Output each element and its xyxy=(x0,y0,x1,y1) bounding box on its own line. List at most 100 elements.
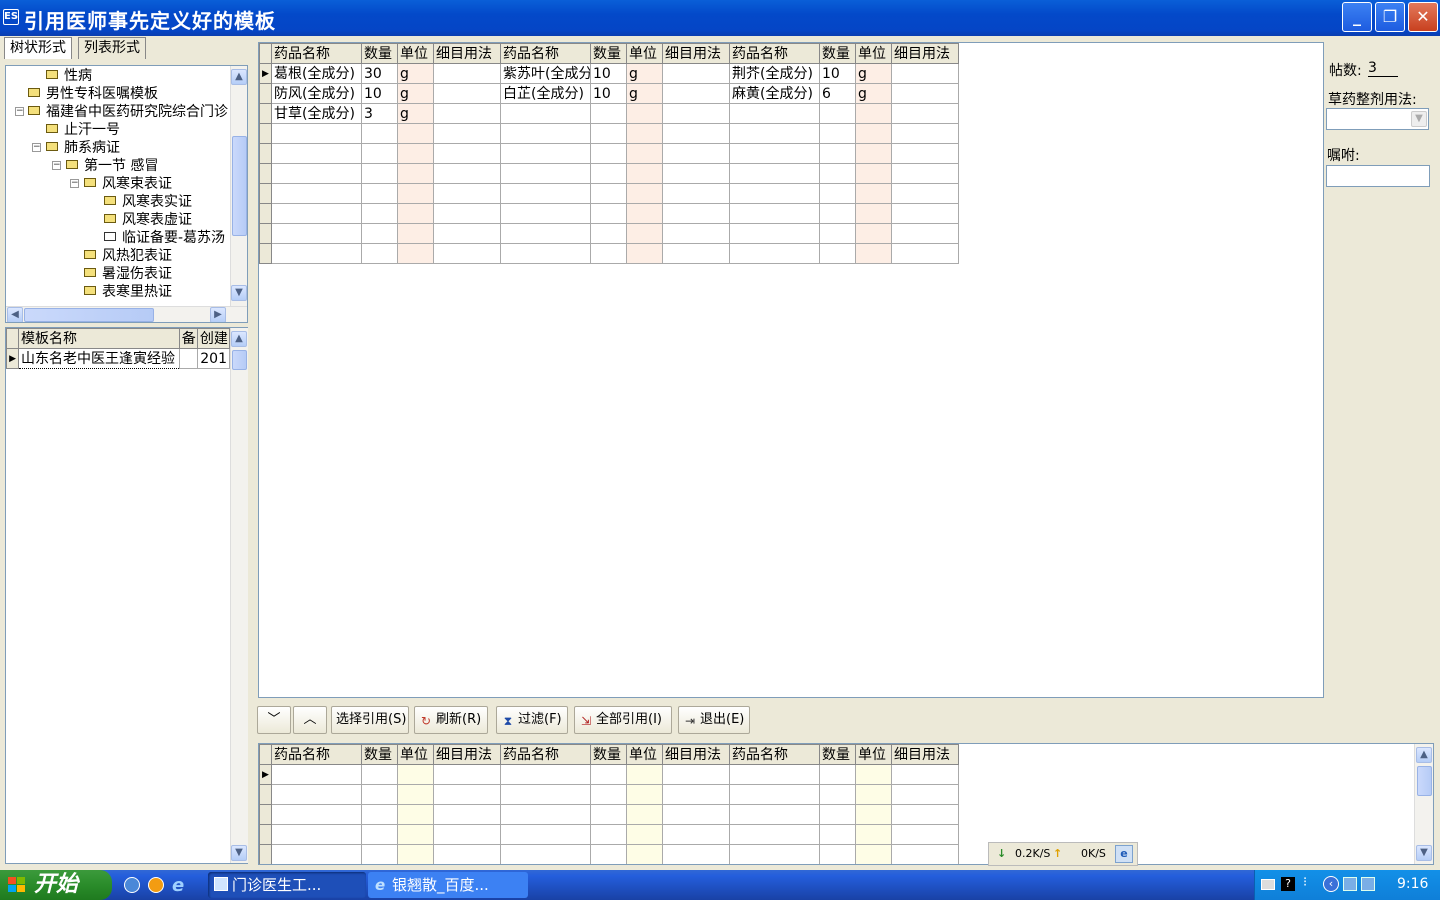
tree-node[interactable]: 风寒表虚证 xyxy=(104,211,192,229)
table-cell[interactable] xyxy=(855,163,892,184)
table-cell[interactable] xyxy=(590,123,627,144)
collapse-icon[interactable]: − xyxy=(32,143,41,152)
table-row[interactable] xyxy=(259,163,959,184)
table-cell[interactable] xyxy=(397,804,434,825)
table-cell[interactable] xyxy=(271,223,362,244)
table-cell[interactable]: 10 xyxy=(590,83,627,104)
table-cell[interactable] xyxy=(626,203,663,224)
table-cell[interactable]: g xyxy=(397,103,434,124)
table-row[interactable] xyxy=(259,203,959,224)
table-cell[interactable] xyxy=(397,784,434,805)
move-down-button[interactable]: ﹀ xyxy=(257,706,291,734)
table-cell[interactable] xyxy=(626,123,663,144)
collapse-icon[interactable]: − xyxy=(70,179,79,188)
table-cell[interactable] xyxy=(855,183,892,204)
table-cell[interactable] xyxy=(891,203,959,224)
column-header[interactable]: 细目用法 xyxy=(891,43,959,64)
table-cell[interactable] xyxy=(590,143,627,164)
table-cell[interactable]: 山东名老中医王逢寅经验 xyxy=(18,348,180,369)
keyboard-icon[interactable] xyxy=(1261,879,1275,890)
table-cell[interactable] xyxy=(361,824,398,845)
table-cell[interactable] xyxy=(433,844,501,864)
table-cell[interactable] xyxy=(662,784,730,805)
table-cell[interactable] xyxy=(855,824,892,845)
move-up-button[interactable]: ︿ xyxy=(293,706,327,734)
table-cell[interactable] xyxy=(433,143,501,164)
refresh-button[interactable]: ↻ 刷新(R) xyxy=(414,706,488,734)
table-cell[interactable] xyxy=(626,143,663,164)
collapse-icon[interactable]: − xyxy=(15,107,24,116)
table-row[interactable]: ▶ xyxy=(259,764,959,785)
table-cell[interactable] xyxy=(500,824,591,845)
table-cell[interactable] xyxy=(855,203,892,224)
usage-select[interactable]: ▼ xyxy=(1326,108,1429,130)
column-header[interactable]: 单位 xyxy=(397,744,434,765)
table-cell[interactable]: g xyxy=(626,63,663,84)
table-cell[interactable] xyxy=(729,844,820,864)
table-cell[interactable] xyxy=(891,143,959,164)
table-cell[interactable] xyxy=(891,804,959,825)
scroll-right-icon[interactable]: ▶ xyxy=(210,307,226,322)
table-row[interactable] xyxy=(259,183,959,204)
quicklaunch-firefox-icon[interactable] xyxy=(148,877,164,893)
table-cell[interactable] xyxy=(397,844,434,864)
column-header[interactable]: 创建 xyxy=(196,328,231,349)
quicklaunch-browser-icon[interactable] xyxy=(124,877,140,893)
table-cell[interactable]: 白芷(全成分) xyxy=(500,83,591,104)
taskbar-item-clinic[interactable]: 门诊医生工... xyxy=(208,872,366,898)
table-cell[interactable] xyxy=(819,123,856,144)
scroll-thumb[interactable] xyxy=(232,350,247,370)
tree-node[interactable]: 风寒束表证 xyxy=(84,175,172,193)
table-cell[interactable] xyxy=(855,123,892,144)
table-cell[interactable] xyxy=(626,804,663,825)
table-cell[interactable] xyxy=(433,804,501,825)
table-cell[interactable] xyxy=(433,223,501,244)
table-cell[interactable] xyxy=(590,844,627,864)
table-cell[interactable] xyxy=(626,183,663,204)
column-header[interactable]: 单位 xyxy=(626,744,663,765)
table-cell[interactable] xyxy=(855,844,892,864)
table-cell[interactable] xyxy=(662,63,730,84)
table-cell[interactable] xyxy=(271,824,362,845)
table-cell[interactable] xyxy=(626,243,663,264)
table-cell[interactable] xyxy=(500,203,591,224)
table-cell[interactable] xyxy=(855,243,892,264)
table-cell[interactable] xyxy=(590,243,627,264)
table-cell[interactable] xyxy=(819,143,856,164)
tree-node[interactable]: 止汗一号 xyxy=(46,121,120,139)
table-cell[interactable] xyxy=(729,824,820,845)
table-cell[interactable] xyxy=(361,163,398,184)
table-cell[interactable] xyxy=(855,103,892,124)
ie-icon[interactable]: e xyxy=(1115,845,1133,863)
table-cell[interactable] xyxy=(361,183,398,204)
table-cell[interactable] xyxy=(500,784,591,805)
table-cell[interactable] xyxy=(433,103,501,124)
table-cell[interactable] xyxy=(271,143,362,164)
table-cell[interactable] xyxy=(891,844,959,864)
table-cell[interactable] xyxy=(361,203,398,224)
table-cell[interactable] xyxy=(271,123,362,144)
tree-hscroll[interactable]: ◀ ▶ xyxy=(6,306,247,322)
list-vscroll[interactable]: ▲ ▼ xyxy=(230,328,248,863)
table-cell[interactable] xyxy=(361,804,398,825)
app-icon[interactable]: ES xyxy=(3,9,19,25)
table-cell[interactable] xyxy=(433,123,501,144)
table-cell[interactable] xyxy=(729,764,820,785)
table-cell[interactable] xyxy=(500,183,591,204)
table-cell[interactable] xyxy=(855,804,892,825)
network-icon-2[interactable] xyxy=(1361,877,1375,891)
table-cell[interactable] xyxy=(891,223,959,244)
table-cell[interactable] xyxy=(500,123,591,144)
tree-vscroll[interactable]: ▲ ▼ xyxy=(230,66,247,306)
table-cell[interactable] xyxy=(397,203,434,224)
table-cell[interactable] xyxy=(626,223,663,244)
table-cell[interactable] xyxy=(397,143,434,164)
tab-tree[interactable]: 树状形式 xyxy=(4,37,72,59)
tree-node[interactable]: 暑湿伤表证 xyxy=(84,265,172,283)
column-header[interactable]: 细目用法 xyxy=(662,744,730,765)
column-header[interactable]: 药品名称 xyxy=(271,744,362,765)
table-cell[interactable] xyxy=(662,764,730,785)
scroll-down-icon[interactable]: ▼ xyxy=(231,285,247,301)
collapse-icon[interactable]: − xyxy=(52,161,61,170)
table-cell[interactable] xyxy=(433,163,501,184)
